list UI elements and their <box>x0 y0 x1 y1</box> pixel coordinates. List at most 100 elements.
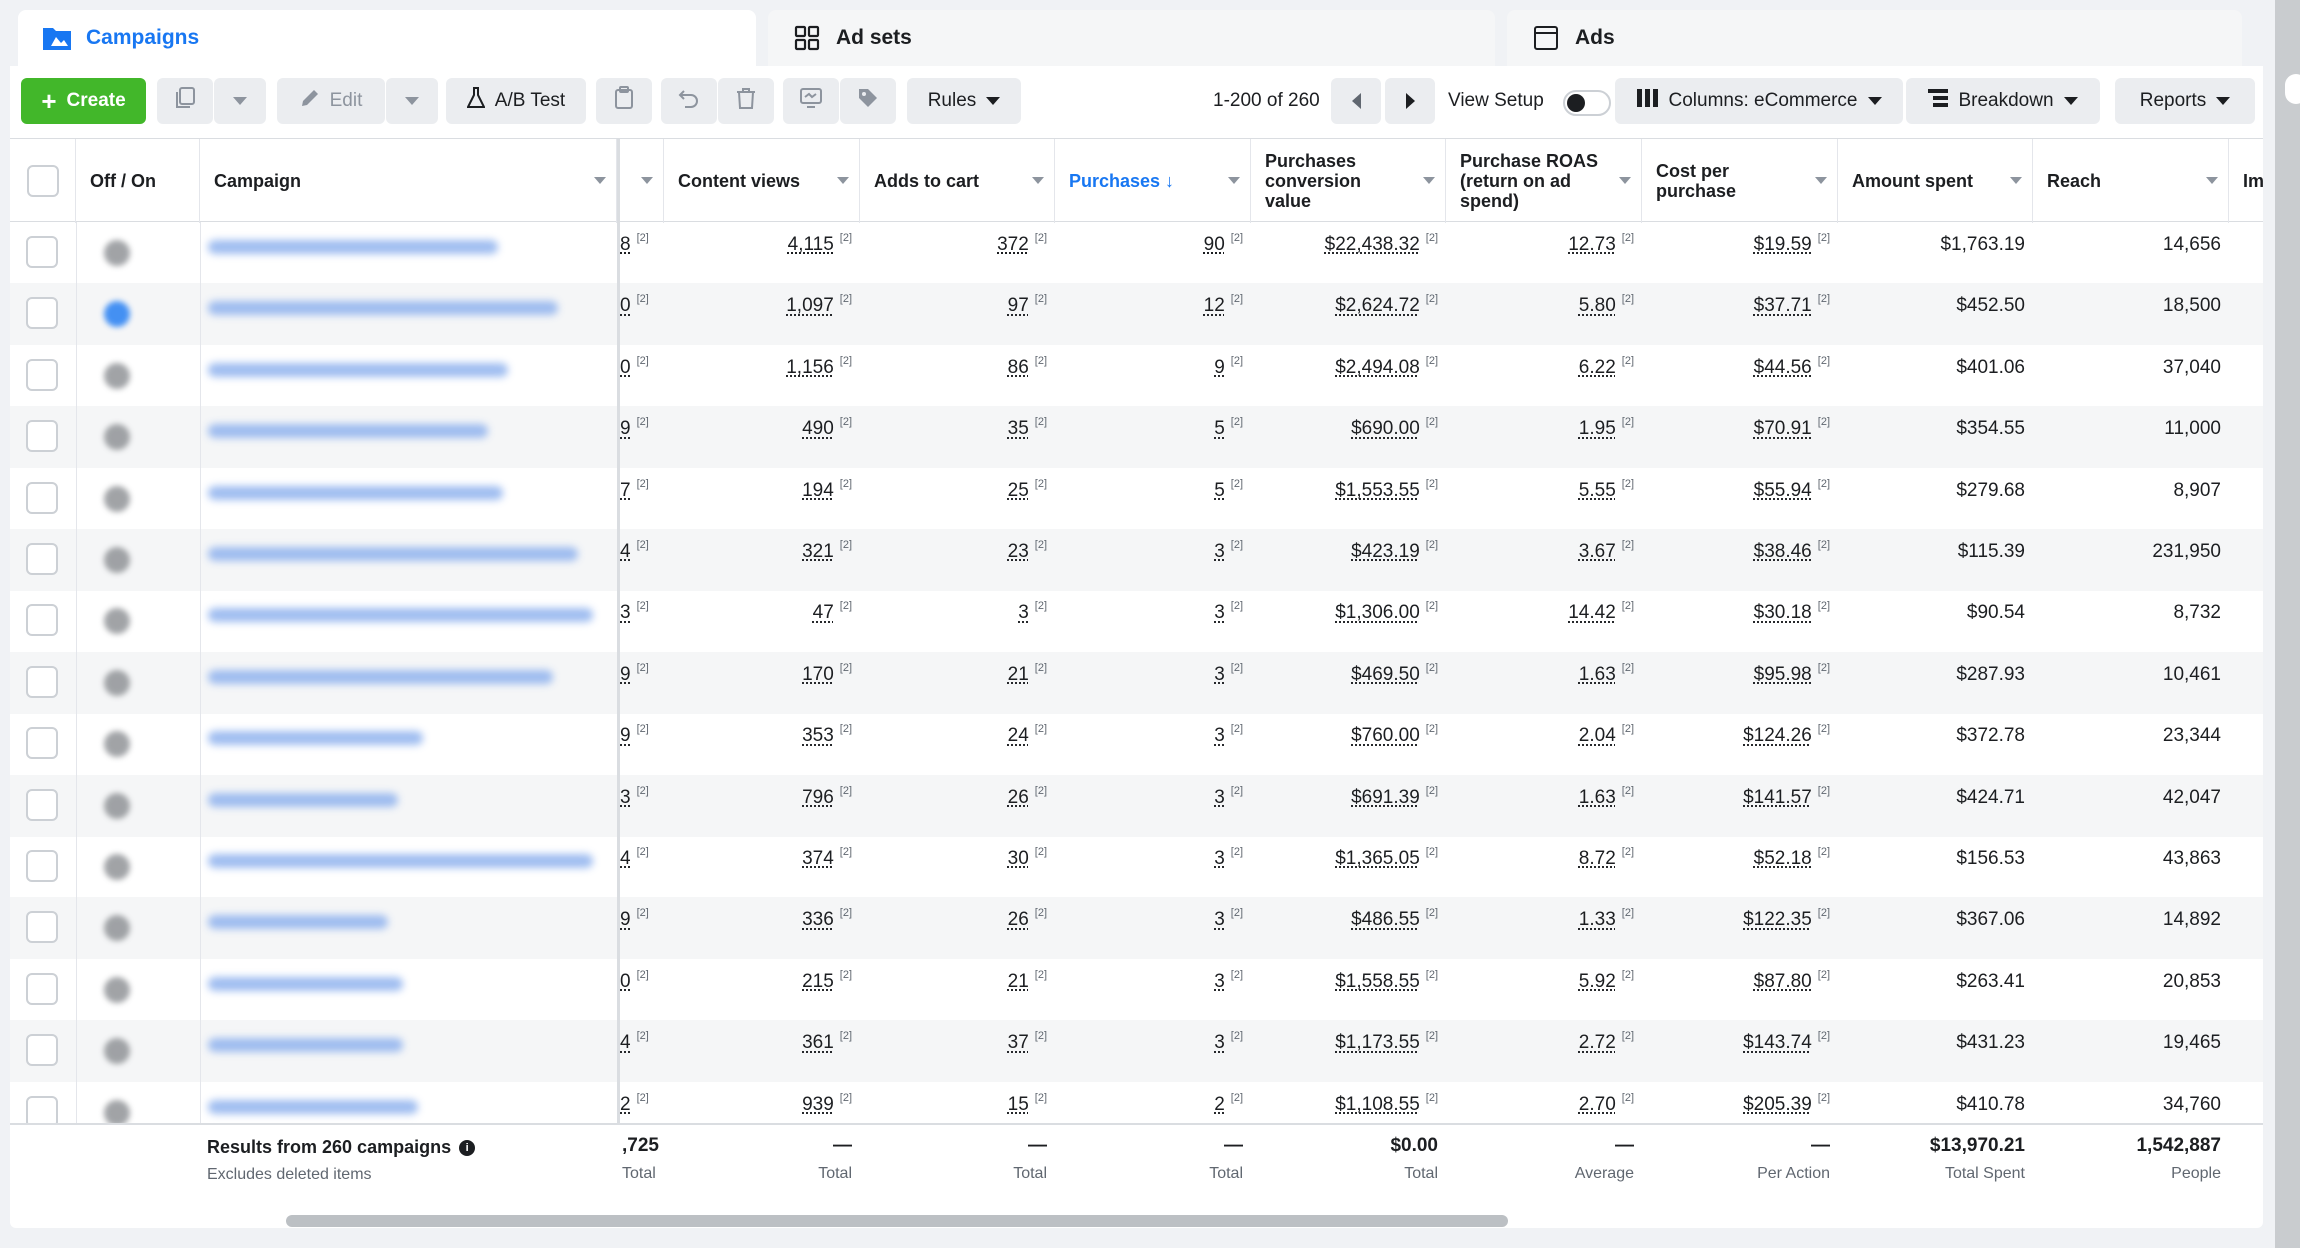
col-impressions[interactable]: Im <box>2229 139 2263 223</box>
campaign-toggle[interactable] <box>104 1099 130 1126</box>
duplicate-button[interactable] <box>157 78 213 124</box>
table-row[interactable]: 3 [2] 796 [2] 26 [2] 3 [2] $691.39 [2] 1.63 [2] $141… <box>10 774 2263 837</box>
campaign-toggle[interactable] <box>104 1038 130 1065</box>
row-checkbox[interactable] <box>26 543 58 575</box>
row-checkbox[interactable] <box>26 604 58 637</box>
row-checkbox[interactable] <box>26 236 58 268</box>
col-off-on[interactable]: Off / On <box>76 139 200 223</box>
horizontal-scrollbar[interactable] <box>286 1215 1508 1227</box>
row-checkbox[interactable] <box>26 788 58 821</box>
campaign-name-redacted[interactable] <box>208 731 423 746</box>
col-campaign[interactable]: Campaign <box>200 139 617 223</box>
table-row[interactable]: 8 [2] 4,115 [2] 372 [2] 90 [2] $22,438.32 [2] 12.7… <box>10 222 2263 284</box>
row-checkbox[interactable] <box>26 911 58 944</box>
ab-test-button[interactable]: A/B Test <box>446 78 586 124</box>
attribution-superscript: [2] <box>636 416 649 429</box>
campaign-toggle[interactable] <box>104 731 130 758</box>
table-row[interactable]: 9 [2] 353 [2] 24 [2] 3 [2] $760.00 [2] 2.04 [2] $124… <box>10 713 2263 775</box>
campaign-name-redacted[interactable] <box>208 485 503 500</box>
campaign-toggle[interactable] <box>104 669 130 696</box>
view-setup-toggle[interactable] <box>1563 90 1611 116</box>
campaign-toggle[interactable] <box>104 362 130 389</box>
campaign-name-redacted[interactable] <box>208 1038 403 1053</box>
next-page-button[interactable] <box>1385 78 1435 124</box>
campaign-toggle[interactable] <box>104 792 130 819</box>
campaign-toggle[interactable] <box>104 854 130 880</box>
campaign-name-redacted[interactable] <box>208 362 508 377</box>
create-button[interactable]: + Create <box>21 78 146 124</box>
prev-page-button[interactable] <box>1331 78 1381 124</box>
campaign-toggle[interactable] <box>104 424 130 451</box>
table-row[interactable]: 0 [2] 1,097 [2] 97 [2] 12 [2] $2,624.72 [2] 5.80 [2… <box>10 283 2263 346</box>
col-cost-per-purchase[interactable]: Cost per purchase <box>1642 139 1838 223</box>
campaign-name-redacted[interactable] <box>208 854 593 868</box>
delete-button[interactable] <box>718 78 774 124</box>
preview-icon <box>799 87 823 115</box>
breakdown-button[interactable]: Breakdown <box>1906 78 2100 124</box>
tag-button[interactable] <box>840 78 896 124</box>
table-row[interactable]: 9 [2] 490 [2] 35 [2] 5 [2] $690.00 [2] 1.95 [2] $70.… <box>10 406 2263 469</box>
table-row[interactable]: 4 [2] 374 [2] 30 [2] 3 [2] $1,365.05 [2] 8.72 [2] $5… <box>10 836 2263 898</box>
campaign-name-redacted[interactable] <box>208 424 488 439</box>
row-checkbox[interactable] <box>26 420 58 453</box>
campaign-toggle[interactable] <box>104 301 130 328</box>
columns-button[interactable]: Columns: eCommerce <box>1615 78 1903 124</box>
campaign-toggle[interactable] <box>104 608 130 635</box>
table-row[interactable]: 9 [2] 336 [2] 26 [2] 3 [2] $486.55 [2] 1.33 [2] $122… <box>10 897 2263 960</box>
col-purchases[interactable]: Purchases ↓ <box>1055 139 1251 223</box>
col-adds-to-cart[interactable]: Adds to cart <box>860 139 1055 223</box>
attribution-superscript: [2] <box>1621 416 1634 429</box>
tab-ad-sets[interactable]: Ad sets <box>768 10 1495 66</box>
cell-reach-value: 20,853 <box>2162 970 2221 992</box>
campaign-name-redacted[interactable] <box>208 1099 418 1114</box>
campaign-name-redacted[interactable] <box>208 547 578 561</box>
row-checkbox[interactable] <box>26 665 58 698</box>
col-roas[interactable]: Purchase ROAS (return on ad spend) <box>1446 139 1642 223</box>
tab-ads[interactable]: Ads <box>1507 10 2242 66</box>
campaign-toggle[interactable] <box>104 915 130 942</box>
duplicate-dropdown[interactable] <box>214 78 266 124</box>
row-checkbox[interactable] <box>26 481 58 514</box>
campaign-name-redacted[interactable] <box>208 240 498 254</box>
table-row[interactable]: 0 [2] 1,156 [2] 86 [2] 9 [2] $2,494.08 [2] 6.22 [2]… <box>10 345 2263 407</box>
row-checkbox[interactable] <box>26 358 58 391</box>
campaign-name-redacted[interactable] <box>208 915 388 930</box>
row-checkbox[interactable] <box>26 1034 58 1067</box>
col-content-views[interactable]: Content views <box>664 139 860 223</box>
campaign-toggle[interactable] <box>104 976 130 1003</box>
breakdown-label: Breakdown <box>1958 90 2054 111</box>
info-icon[interactable]: i <box>459 1139 476 1156</box>
rules-button[interactable]: Rules <box>907 78 1021 124</box>
row-checkbox[interactable] <box>26 850 58 882</box>
preview-button[interactable] <box>783 78 839 124</box>
row-checkbox[interactable] <box>26 972 58 1005</box>
campaign-toggle[interactable] <box>104 547 130 573</box>
clipboard-button[interactable] <box>596 78 652 124</box>
campaign-name-redacted[interactable] <box>208 976 403 991</box>
col-conv-value[interactable]: Purchases conversion value <box>1251 139 1446 223</box>
campaign-name-redacted[interactable] <box>208 669 553 684</box>
select-all-checkbox[interactable] <box>26 165 59 197</box>
reports-button[interactable]: Reports <box>2115 78 2255 124</box>
table-row[interactable]: 0 [2] 215 [2] 21 [2] 3 [2] $1,558.55 [2] 5.92 [2] $8… <box>10 959 2263 1021</box>
col-reach[interactable]: Reach <box>2033 139 2229 223</box>
col-prev-partial[interactable] <box>620 139 664 223</box>
table-row[interactable]: 4 [2] 321 [2] 23 [2] 3 [2] $423.19 [2] 3.67 [2] $38.… <box>10 529 2263 591</box>
row-checkbox[interactable] <box>26 297 58 330</box>
undo-button[interactable] <box>661 78 717 124</box>
campaign-toggle[interactable] <box>104 240 130 266</box>
attribution-superscript: [2] <box>636 232 649 244</box>
campaign-toggle[interactable] <box>104 485 130 512</box>
edit-dropdown[interactable] <box>386 78 438 124</box>
edit-button[interactable]: Edit <box>277 78 385 124</box>
row-checkbox[interactable] <box>26 727 58 760</box>
tab-campaigns[interactable]: Campaigns <box>18 10 756 66</box>
table-row[interactable]: 9 [2] 170 [2] 21 [2] 3 [2] $469.50 [2] 1.63 [2] $95.… <box>10 651 2263 714</box>
table-row[interactable]: 3 [2] 47 [2] 3 [2] 3 [2] $1,306.00 [2] 14.42 [2] $30… <box>10 590 2263 652</box>
campaign-name-redacted[interactable] <box>208 301 558 316</box>
campaign-name-redacted[interactable] <box>208 792 398 807</box>
table-row[interactable]: 4 [2] 361 [2] 37 [2] 3 [2] $1,173.55 [2] 2.72 [2] $1… <box>10 1020 2263 1083</box>
col-amount-spent[interactable]: Amount spent <box>1838 139 2033 223</box>
campaign-name-redacted[interactable] <box>208 608 593 623</box>
table-row[interactable]: 7 [2] 194 [2] 25 [2] 5 [2] $1,553.55 [2] 5.55 [2] $5… <box>10 468 2263 530</box>
